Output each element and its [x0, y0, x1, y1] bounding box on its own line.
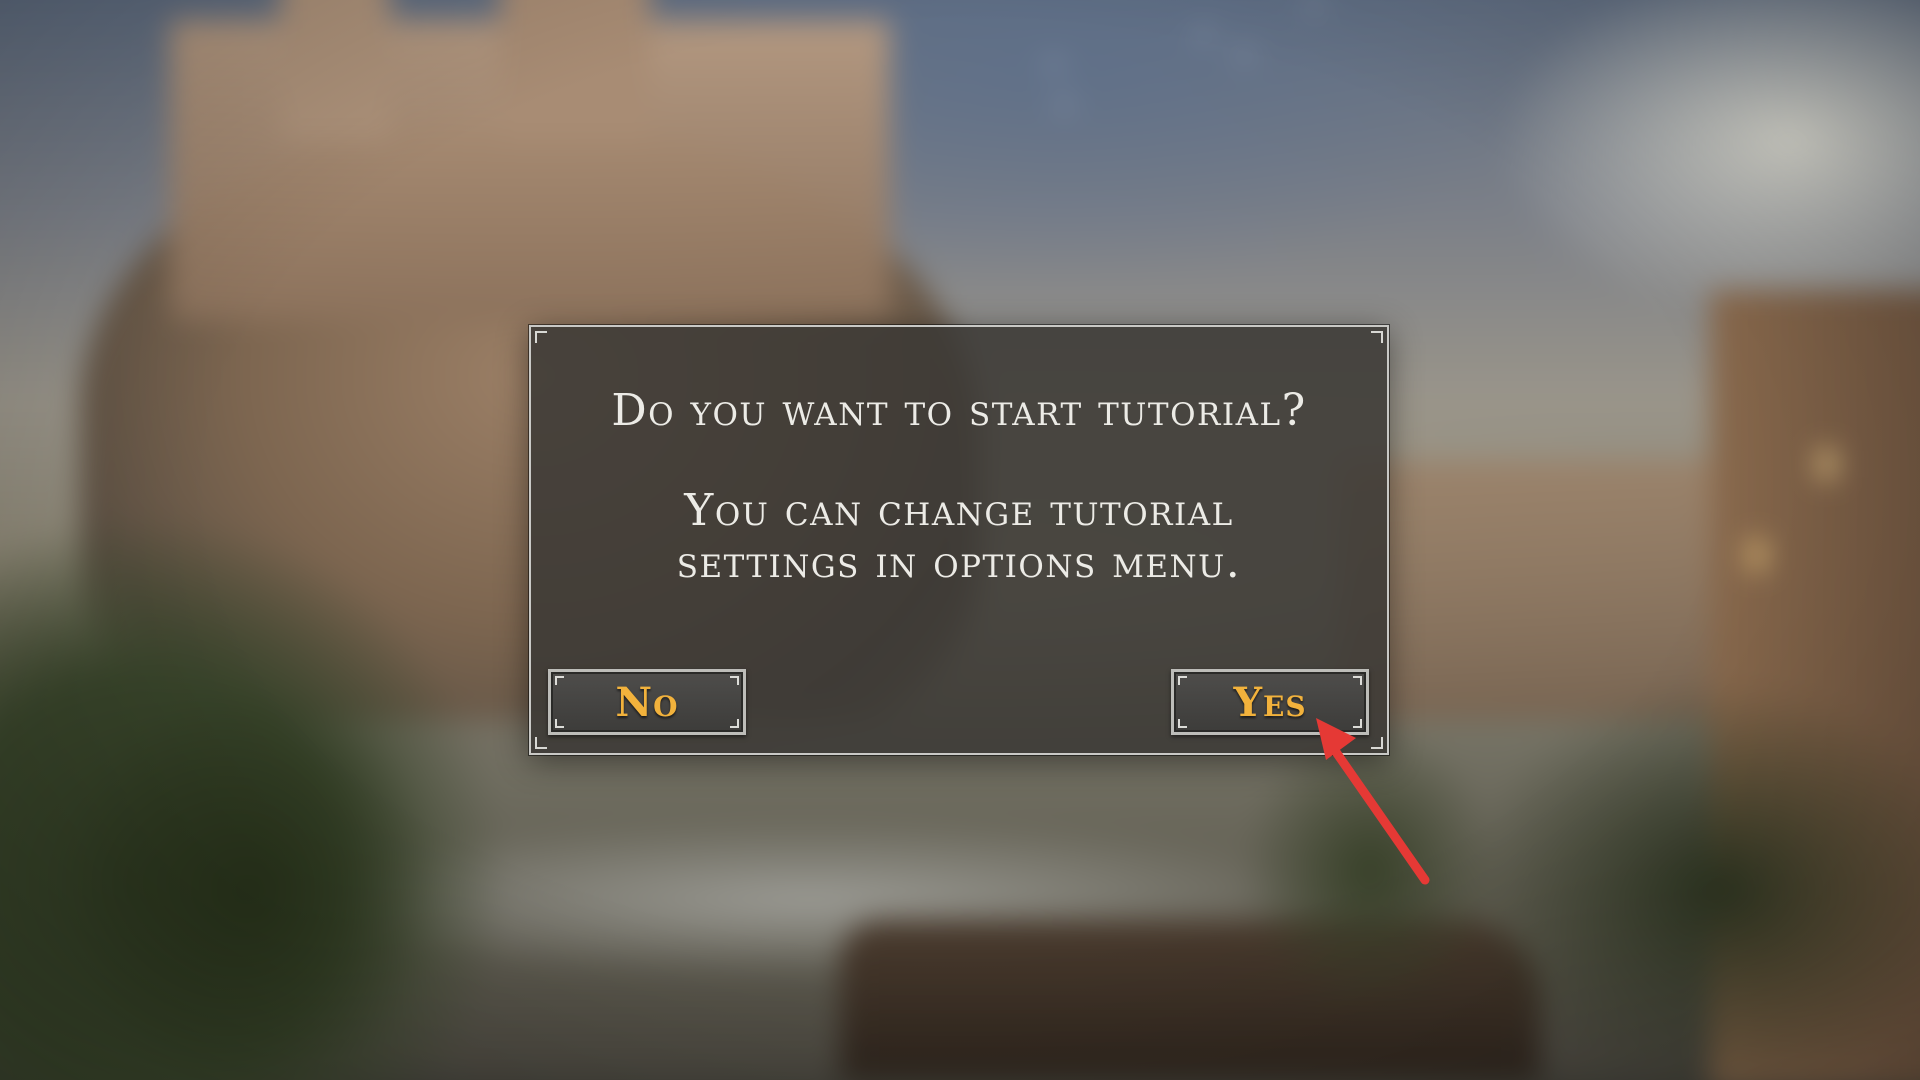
- tutorial-dialog: Do you want to start tutorial? You can c…: [529, 325, 1389, 755]
- button-corner: [555, 676, 564, 685]
- button-corner: [555, 719, 564, 728]
- button-corner: [1178, 719, 1187, 728]
- button-corner: [1353, 676, 1362, 685]
- button-corner: [730, 719, 739, 728]
- button-corner: [730, 676, 739, 685]
- button-corner: [1353, 719, 1362, 728]
- corner-ornament: [1371, 331, 1383, 343]
- yes-button-label: Yes: [1233, 678, 1307, 726]
- game-screen: Do you want to start tutorial? You can c…: [0, 0, 1920, 1080]
- yes-button[interactable]: Yes: [1171, 669, 1369, 735]
- corner-ornament: [1371, 737, 1383, 749]
- corner-ornament: [535, 737, 547, 749]
- button-corner: [1178, 676, 1187, 685]
- dialog-question: Do you want to start tutorial?: [611, 385, 1307, 436]
- corner-ornament: [535, 331, 547, 343]
- no-button[interactable]: No: [548, 669, 746, 735]
- dialog-info: You can change tutorial settings in opti…: [676, 485, 1242, 588]
- no-button-label: No: [615, 678, 679, 726]
